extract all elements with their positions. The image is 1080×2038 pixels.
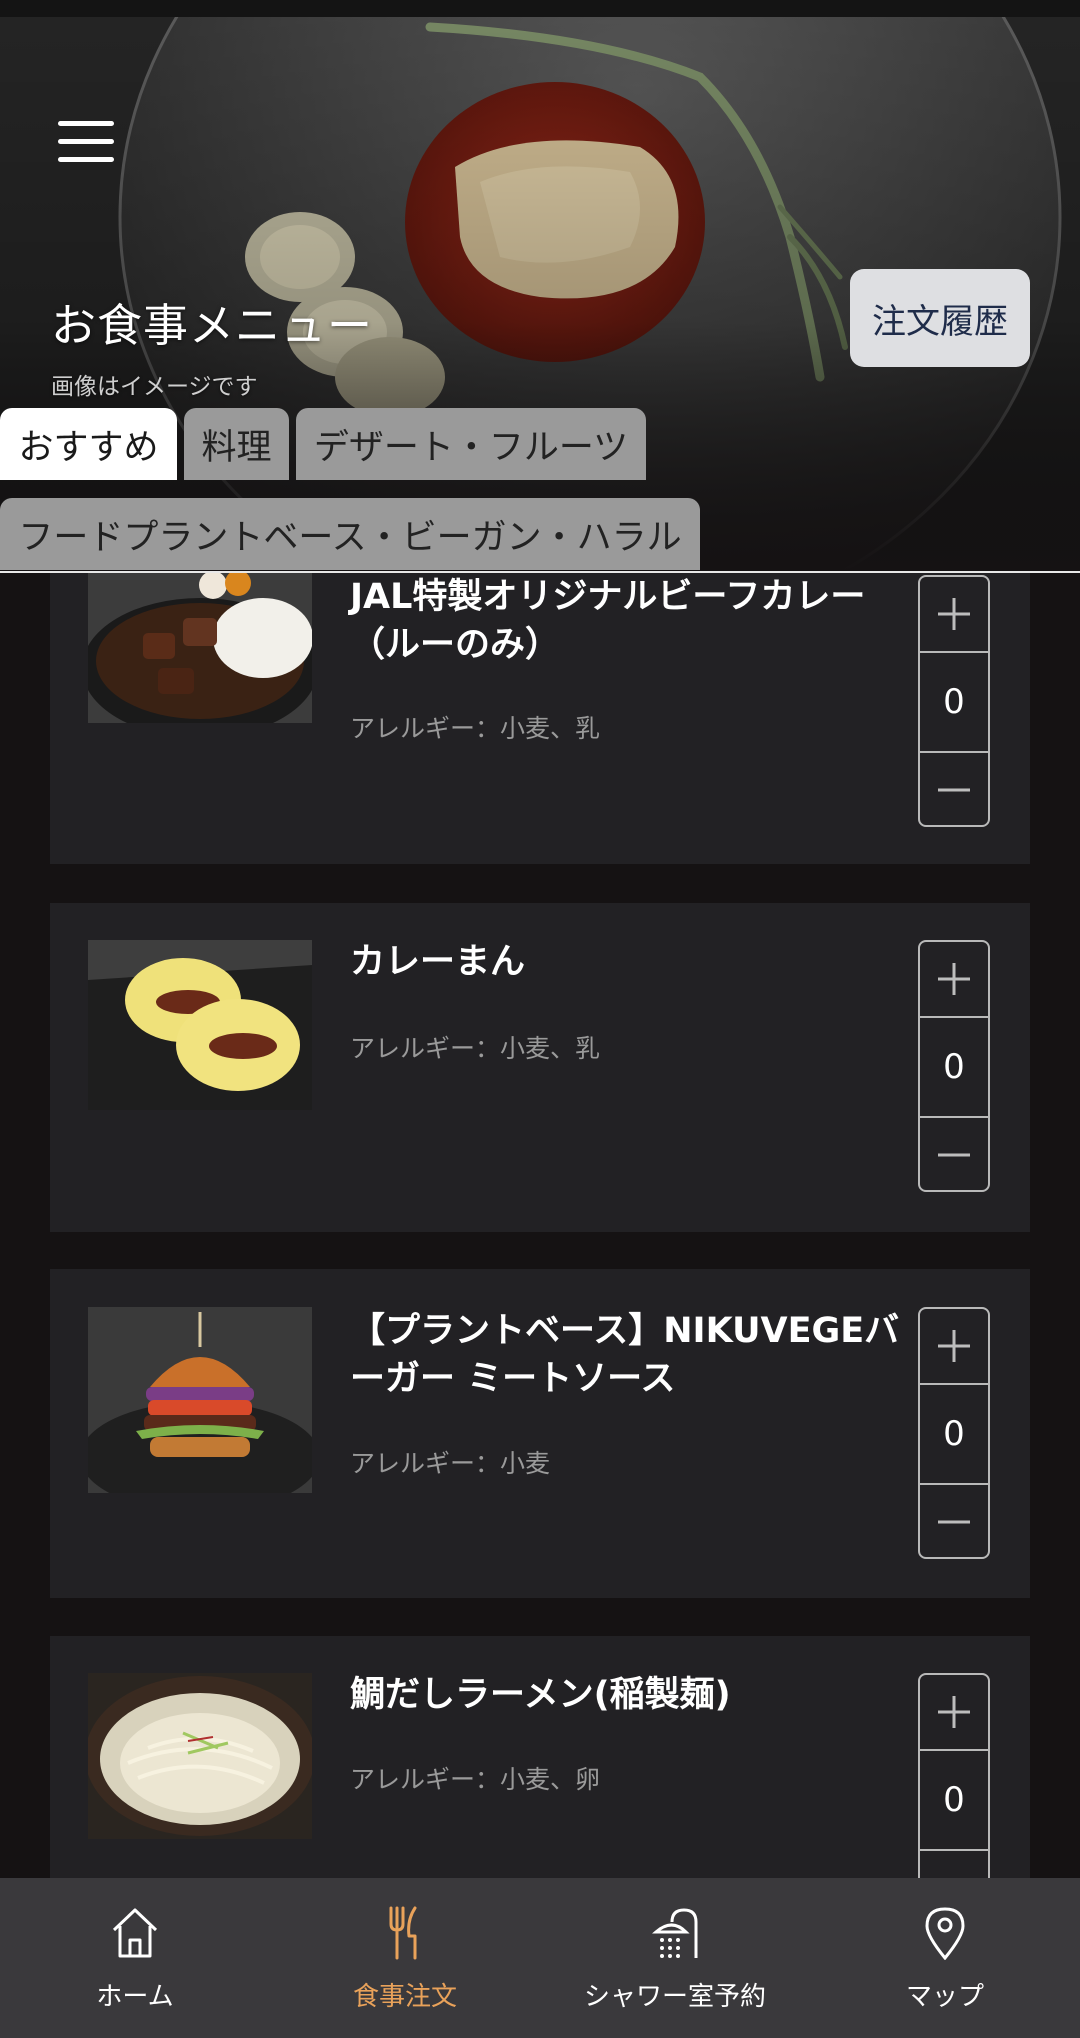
burger-image	[88, 1307, 312, 1493]
tab-recommended[interactable]: おすすめ	[0, 408, 177, 480]
quantity-value: 0	[943, 1414, 965, 1454]
allergy-info: アレルギー：小麦、卵	[350, 1765, 601, 1794]
plus-icon[interactable]	[920, 1309, 988, 1385]
allergy-info: アレルギー：小麦、乳	[350, 714, 601, 743]
order-history-button[interactable]: 注文履歴	[850, 269, 1030, 367]
ramen-image	[88, 1673, 312, 1839]
nav-label-map: マップ	[905, 1982, 984, 2012]
nav-label-shower-reservation: シャワー室予約	[583, 1982, 766, 2012]
quantity-value: 0	[943, 682, 965, 722]
nav-label-home: ホーム	[96, 1982, 174, 2012]
minus-icon[interactable]	[920, 1483, 988, 1559]
curry-bun-image	[88, 940, 312, 1110]
menu-item-name-line: ーガー ミートソース	[350, 1359, 676, 1399]
bottom-navigation: ホーム 食事注文 シャワー室予約 マップ	[0, 1878, 1080, 2038]
beef-curry-image	[88, 573, 312, 723]
menu-item-name-line: JAL特製オリジナルビーフカレー	[350, 577, 866, 617]
app-screen: お食事メニュー 画像はイメージです 注文履歴 おすすめ 料理 デザート・フルーツ…	[0, 0, 1080, 2038]
shower-icon	[652, 1908, 698, 1958]
menu-item-name: 【プラントベース】NIKUVEGEバ ーガー ミートソース	[350, 1307, 910, 1403]
minus-icon[interactable]	[920, 751, 988, 827]
nav-item-meal-order[interactable]: 食事注文	[330, 1878, 480, 2038]
quantity-stepper: 0	[918, 1307, 990, 1559]
tab-dishes[interactable]: 料理	[184, 408, 289, 480]
quantity-stepper: 0	[918, 940, 990, 1192]
menu-item-name-line: （ルーのみ）	[350, 625, 561, 665]
hamburger-menu-icon[interactable]	[58, 121, 116, 165]
nav-label-meal-order: 食事注文	[352, 1982, 457, 2012]
nav-item-home[interactable]: ホーム	[60, 1878, 210, 2038]
quantity-value: 0	[943, 1780, 965, 1820]
menu-item-name-line: 鯛だしラーメン(稲製麺)	[350, 1675, 731, 1715]
allergy-info: アレルギー：小麦	[350, 1449, 551, 1478]
menu-item-card: 【プラントベース】NIKUVEGEバ ーガー ミートソース アレルギー：小麦 0	[50, 1269, 1030, 1598]
menu-item-name: カレーまん	[350, 938, 910, 986]
map-pin-icon	[925, 1907, 965, 1960]
quantity-value: 0	[943, 1047, 965, 1087]
menu-item-card: カレーまん アレルギー：小麦、乳 0	[50, 903, 1030, 1232]
tab-dessert-fruit[interactable]: デザート・フルーツ	[296, 408, 646, 480]
page-title: お食事メニュー	[51, 299, 374, 352]
allergy-info: アレルギー：小麦、乳	[350, 1034, 601, 1063]
fork-knife-icon	[389, 1906, 417, 1960]
hero-banner: お食事メニュー 画像はイメージです 注文履歴	[0, 17, 1080, 572]
minus-icon[interactable]	[920, 1116, 988, 1192]
plus-icon[interactable]	[920, 577, 988, 653]
tab-plant-based-vegan-halal[interactable]: フードプラントベース・ビーガン・ハラル	[0, 498, 700, 570]
quantity-stepper: 0	[918, 575, 990, 827]
plus-icon[interactable]	[920, 1675, 988, 1751]
home-icon	[112, 1908, 158, 1958]
nav-item-shower-reservation[interactable]: シャワー室予約	[575, 1878, 775, 2038]
nav-item-map[interactable]: マップ	[870, 1878, 1020, 2038]
menu-item-name: JAL特製オリジナルビーフカレー （ルーのみ）	[350, 573, 910, 669]
status-bar	[0, 0, 1080, 17]
plus-icon[interactable]	[920, 942, 988, 1018]
menu-item-name: 鯛だしラーメン(稲製麺)	[350, 1671, 910, 1719]
menu-item-name-line: カレーまん	[350, 942, 526, 982]
image-disclaimer: 画像はイメージです	[51, 374, 258, 400]
menu-item-card: JAL特製オリジナルビーフカレー （ルーのみ） アレルギー：小麦、乳 0	[50, 573, 1030, 864]
menu-item-name-line: 【プラントベース】NIKUVEGEバ	[350, 1311, 900, 1351]
